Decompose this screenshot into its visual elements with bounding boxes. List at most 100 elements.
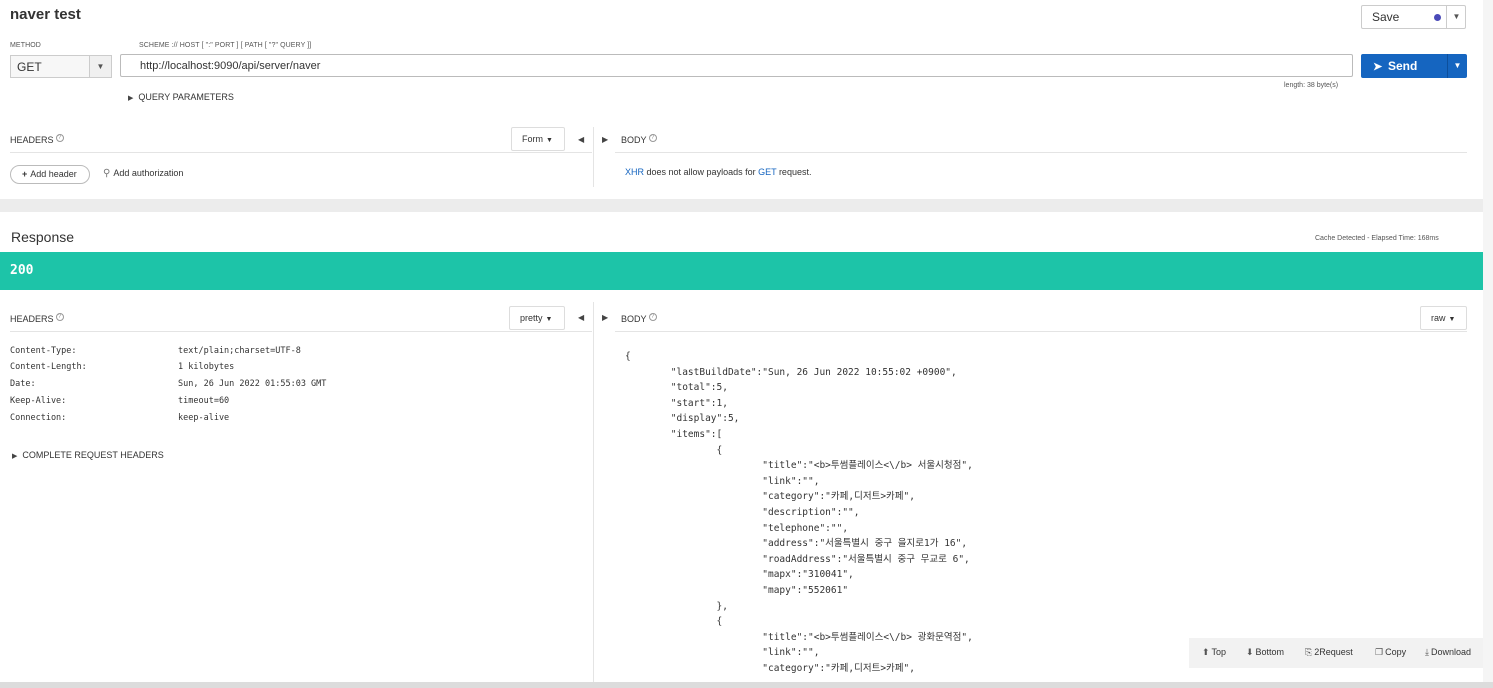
page-scrollbar[interactable] [1483,0,1493,688]
header-value: timeout=60 [178,396,230,406]
method-select[interactable]: GET ▼ [10,55,112,78]
response-headers-title: HEADERS? [10,313,64,324]
json-line: "total":5, [625,382,728,394]
chevron-down-icon: ▼ [89,56,111,77]
arrow-right-icon[interactable]: ▶ [602,135,608,144]
arrow-left-icon[interactable]: ◀ [578,135,584,144]
scroll-bottom-button[interactable]: ⬇ Bottom [1246,647,1284,658]
header-name: Content-Type: [10,346,77,356]
json-line: "link":"", [625,647,820,659]
json-line: "address":"서울특별시 중구 을지로1가 16", [625,538,968,550]
json-line: "items":[ [625,429,723,440]
scroll-top-button[interactable]: ⬆ Top [1202,647,1226,658]
json-line: "link":"", [625,475,820,487]
url-input[interactable] [120,54,1353,77]
headers-format-value: pretty [520,313,543,323]
header-value: 1 kilobytes [178,362,235,372]
add-authorization-link[interactable]: ⚲ Add authorization [103,168,183,179]
add-header-label: Add header [30,169,77,179]
json-line: "mapy":"552061" [625,585,849,596]
elapsed-time-info: Cache Detected - Elapsed Time: 168ms [1315,235,1439,242]
complete-request-headers-toggle[interactable]: ▶ COMPLETE REQUEST HEADERS [12,450,164,460]
request-body-title: BODY? [621,134,657,145]
send-button[interactable]: ➤ Send [1361,54,1447,78]
json-line: "title":"<b>투썸플레이스<\/b> 광화문역점", [625,631,973,643]
chevron-down-icon: ▼ [545,316,553,323]
divider [615,331,1467,332]
headers-mode-dropdown[interactable]: Form ▼ [511,127,565,151]
send-options-dropdown[interactable]: ▼ [1447,54,1467,78]
request-body-label: BODY [621,135,647,145]
json-line: "start":1, [625,397,728,409]
status-code: 200 [10,263,34,278]
header-name: Connection: [10,413,67,423]
key-icon: ⚲ [103,168,111,179]
arrow-up-circle-icon: ⬆ [1202,647,1210,657]
json-line: "display":5, [625,413,740,425]
json-line: "description":"", [625,507,860,518]
json-line: { [625,616,723,628]
json-line: }, [625,600,728,612]
query-parameters-toggle[interactable]: ▶ QUERY PARAMETERS [128,92,234,102]
request-panel: naver test Save ▼ METHOD SCHEME :// HOST… [0,0,1483,199]
download-button[interactable]: ⤓ Download [1425,647,1471,658]
headers-format-dropdown[interactable]: pretty ▼ [509,306,565,330]
arrow-down-circle-icon: ⬇ [1246,647,1254,657]
chevron-down-icon: ▼ [1452,12,1461,21]
header-name: Content-Length: [10,362,87,372]
url-length-info: length: 38 byte(s) [1284,82,1339,89]
unsaved-indicator-dot [1434,14,1441,21]
method-value: GET [17,60,42,74]
arrow-left-icon[interactable]: ◀ [578,313,584,322]
copy-button[interactable]: ❐ Copy [1375,647,1406,658]
to-request-button[interactable]: ⎘ 2Request [1305,647,1353,658]
scroll-bottom-label: Bottom [1255,647,1285,657]
add-header-button[interactable]: + Add header [10,165,90,184]
divider [615,152,1467,153]
json-line: { [625,351,631,362]
pane-divider[interactable] [593,127,594,187]
response-body-label: BODY [621,314,647,324]
body-format-dropdown[interactable]: raw ▼ [1420,306,1467,330]
horizontal-scrollbar[interactable] [0,682,1493,688]
request-title: naver test [10,6,81,23]
save-button-group: Save ▼ [1361,5,1466,29]
to-request-label: 2Request [1314,647,1353,657]
headers-mode-value: Form [522,134,543,144]
copy-label: Copy [1385,647,1407,657]
save-button[interactable]: Save [1362,6,1446,28]
xhr-term: XHR [625,167,645,177]
help-icon[interactable]: ? [55,134,64,142]
chevron-down-icon: ▼ [1453,61,1462,70]
arrow-right-icon[interactable]: ▶ [602,313,608,322]
header-name: Keep-Alive: [10,396,67,406]
header-value: text/plain;charset=UTF-8 [178,346,301,356]
save-options-dropdown[interactable]: ▼ [1446,6,1466,28]
get-term: GET [758,167,777,177]
help-icon[interactable]: ? [648,134,657,142]
json-line: "roadAddress":"서울특별시 중구 무교로 6", [625,553,970,565]
send-button-label: Send [1388,59,1418,73]
chevron-down-icon: ▼ [1448,316,1456,323]
json-line: "title":"<b>투썸플레이스<\/b> 서울시청점", [625,460,973,472]
request-headers-title: HEADERS? [10,134,64,145]
body-format-value: raw [1431,313,1446,323]
help-icon[interactable]: ? [55,313,64,321]
complete-request-headers-label: COMPLETE REQUEST HEADERS [22,450,164,460]
download-icon: ⤓ [1425,647,1429,657]
help-icon[interactable]: ? [648,313,657,321]
request-headers-label: HEADERS [10,135,54,145]
body-not-allowed-note: XHR does not allow payloads for GET requ… [625,167,811,177]
response-body-content[interactable]: { "lastBuildDate":"Sun, 26 Jun 2022 10:5… [625,349,1475,680]
paper-plane-icon: ➤ [1373,61,1383,73]
triangle-right-icon: ▶ [12,453,18,460]
chevron-down-icon: ▼ [546,137,553,144]
json-line: "category":"카페,디저트>카페", [625,491,915,503]
scroll-top-label: Top [1211,647,1227,657]
body-note-middle: does not allow payloads for [644,167,759,177]
send-button-group: ➤ Send ▼ [1361,54,1467,78]
header-value: Sun, 26 Jun 2022 01:55:03 GMT [178,379,327,389]
divider [10,152,592,153]
header-name: Date: [10,379,36,389]
pane-divider[interactable] [593,302,594,682]
